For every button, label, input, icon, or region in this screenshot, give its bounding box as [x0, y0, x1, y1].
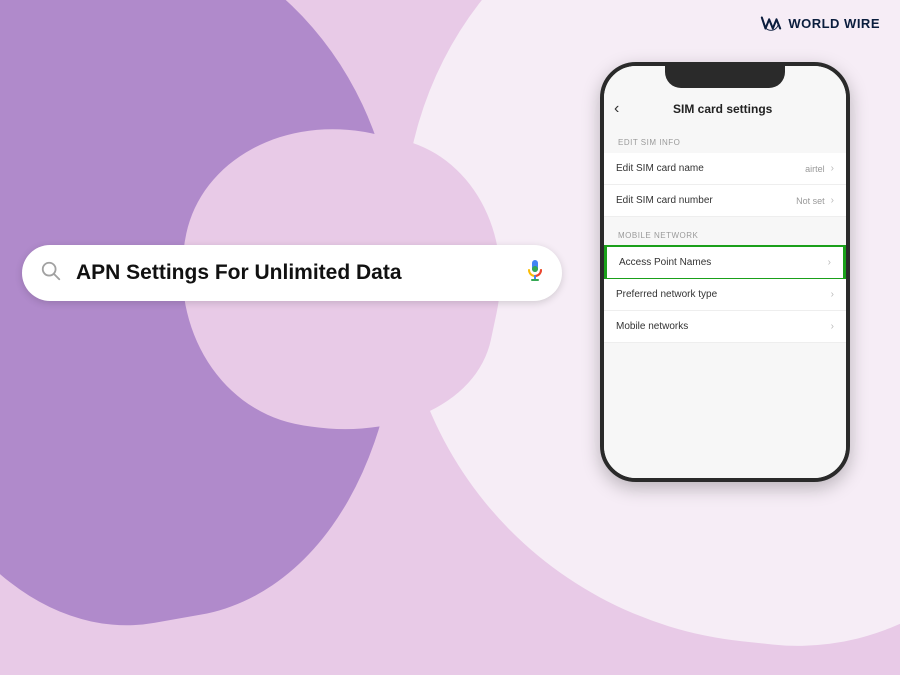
screen-title: SIM card settings [627, 102, 818, 116]
section-label-edit-sim: EDIT SIM INFO [604, 128, 846, 153]
chevron-right-icon: › [831, 289, 834, 300]
world-wire-icon [760, 12, 782, 34]
row-preferred-network-type[interactable]: Preferred network type › [604, 279, 846, 311]
search-text: APN Settings For Unlimited Data [76, 261, 516, 285]
chevron-right-icon: › [831, 195, 834, 206]
phone-notch [665, 66, 785, 88]
chevron-right-icon: › [831, 163, 834, 174]
world-wire-logo: WORLD WIRE [760, 12, 880, 34]
row-title: Edit SIM card number [616, 195, 796, 206]
chevron-right-icon: › [828, 257, 831, 268]
row-mobile-networks[interactable]: Mobile networks › [604, 311, 846, 343]
search-bar[interactable]: APN Settings For Unlimited Data [22, 245, 562, 301]
search-icon [40, 260, 62, 287]
row-edit-sim-name[interactable]: Edit SIM card name airtel › [604, 153, 846, 185]
row-edit-sim-number[interactable]: Edit SIM card number Not set › [604, 185, 846, 217]
row-title: Preferred network type [616, 289, 831, 300]
row-title: Mobile networks [616, 321, 831, 332]
row-value: airtel [805, 164, 825, 174]
chevron-right-icon: › [831, 321, 834, 332]
screen-header: ‹ SIM card settings [604, 92, 846, 128]
world-wire-text: WORLD WIRE [788, 16, 880, 31]
microphone-icon[interactable] [526, 259, 544, 288]
row-title: Access Point Names [619, 257, 828, 268]
row-value: Not set [796, 196, 825, 206]
back-button[interactable]: ‹ [614, 100, 619, 118]
phone-screen: ‹ SIM card settings EDIT SIM INFO Edit S… [604, 66, 846, 478]
phone-mockup: ‹ SIM card settings EDIT SIM INFO Edit S… [600, 62, 850, 482]
row-title: Edit SIM card name [616, 163, 805, 174]
row-access-point-names[interactable]: Access Point Names › [604, 245, 846, 280]
edit-sim-info-section: EDIT SIM INFO Edit SIM card name airtel … [604, 128, 846, 217]
section-label-mobile-network: MOBILE NETWORK [604, 221, 846, 246]
mobile-network-section: MOBILE NETWORK Access Point Names › Pref… [604, 221, 846, 343]
